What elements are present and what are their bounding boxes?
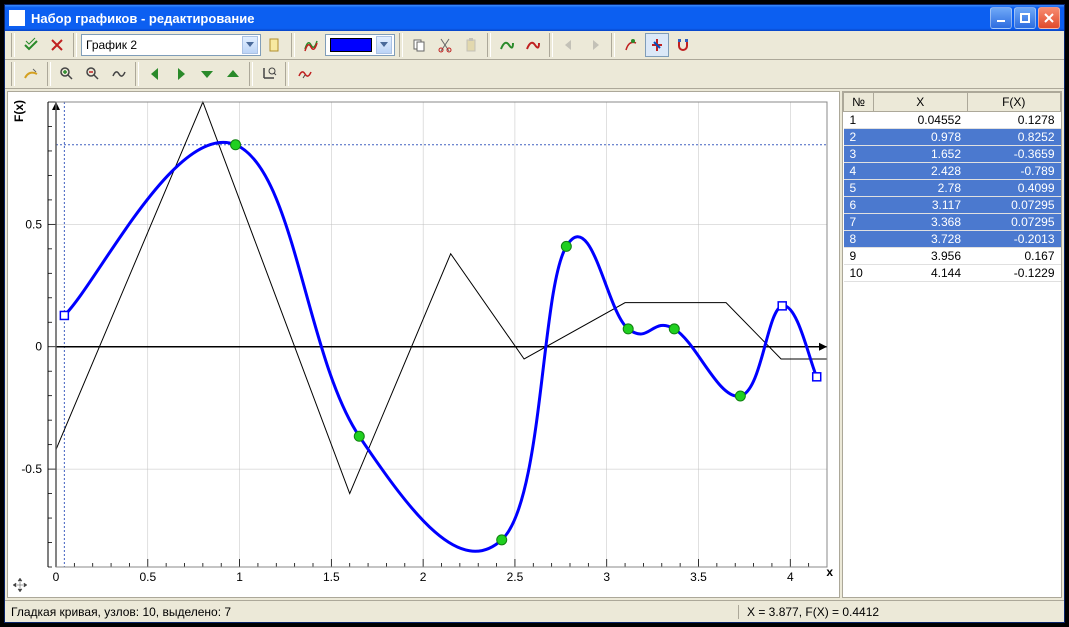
cancel-button[interactable] — [45, 33, 69, 57]
zoom-fit-button[interactable] — [107, 62, 131, 86]
axis-settings-button[interactable] — [257, 62, 281, 86]
table-row[interactable]: 83.728-0.2013 — [844, 231, 1061, 248]
table-row[interactable]: 10.045520.1278 — [844, 112, 1061, 129]
col-x[interactable]: X — [874, 93, 968, 112]
minimize-button[interactable] — [990, 7, 1012, 29]
x-axis-label: x — [826, 565, 833, 579]
color-selector[interactable] — [325, 34, 395, 56]
svg-text:0.5: 0.5 — [139, 570, 156, 584]
toolbar-main: График 2 — [5, 31, 1064, 60]
col-num[interactable]: № — [844, 93, 874, 112]
content-area: F(x) x 0 0.5 1 1.5 2 2.5 3 3.5 4 -0.5 0 0.5 № X F(X… — [5, 89, 1064, 600]
graph-selector[interactable]: График 2 — [81, 34, 261, 56]
nav-up-button[interactable] — [221, 62, 245, 86]
svg-text:3.5: 3.5 — [690, 570, 707, 584]
y-axis-label: F(x) — [12, 100, 26, 122]
curve-green-button[interactable] — [495, 33, 519, 57]
svg-text:2: 2 — [420, 570, 427, 584]
svg-text:4: 4 — [787, 570, 794, 584]
curve-tool-button[interactable] — [293, 62, 317, 86]
new-graph-button[interactable] — [263, 33, 287, 57]
nav-left-button[interactable] — [143, 62, 167, 86]
copy-button[interactable] — [407, 33, 431, 57]
svg-text:0: 0 — [35, 340, 42, 354]
color-swatch — [330, 38, 372, 52]
nav-right-button[interactable] — [169, 62, 193, 86]
table-row[interactable]: 104.144-0.1229 — [844, 265, 1061, 282]
paste-button[interactable] — [459, 33, 483, 57]
svg-text:0.5: 0.5 — [25, 217, 42, 231]
next-button[interactable] — [583, 33, 607, 57]
table-row[interactable]: 42.428-0.789 — [844, 163, 1061, 180]
app-icon — [9, 10, 25, 26]
curve-type-button[interactable] — [299, 33, 323, 57]
curve-red-button[interactable] — [521, 33, 545, 57]
table-row[interactable]: 20.9780.8252 — [844, 129, 1061, 146]
chevron-down-icon — [242, 36, 258, 54]
toolbar-view — [5, 60, 1064, 89]
zoom-out-button[interactable] — [81, 62, 105, 86]
prev-button[interactable] — [557, 33, 581, 57]
edit-curve-button[interactable] — [19, 62, 43, 86]
svg-text:-0.5: -0.5 — [21, 462, 42, 476]
table-row[interactable]: 93.9560.167 — [844, 248, 1061, 265]
magnet-button[interactable] — [671, 33, 695, 57]
data-panel: № X F(X) 10.045520.127820.9780.825231.65… — [842, 91, 1062, 598]
chart-canvas[interactable]: 0 0.5 1 1.5 2 2.5 3 3.5 4 -0.5 0 0.5 — [8, 92, 839, 597]
nav-down-button[interactable] — [195, 62, 219, 86]
titlebar[interactable]: Набор графиков - редактирование — [5, 5, 1064, 31]
svg-text:3: 3 — [603, 570, 610, 584]
cut-button[interactable] — [433, 33, 457, 57]
chevron-down-icon — [376, 36, 392, 54]
status-left: Гладкая кривая, узлов: 10, выделено: 7 — [11, 605, 738, 619]
table-row[interactable]: 63.1170.07295 — [844, 197, 1061, 214]
window-title: Набор графиков - редактирование — [31, 11, 254, 26]
apply-button[interactable] — [19, 33, 43, 57]
zoom-in-button[interactable] — [55, 62, 79, 86]
svg-text:0: 0 — [53, 570, 60, 584]
svg-text:2.5: 2.5 — [507, 570, 524, 584]
table-row[interactable]: 52.780.4099 — [844, 180, 1061, 197]
svg-text:1.5: 1.5 — [323, 570, 340, 584]
data-table[interactable]: № X F(X) 10.045520.127820.9780.825231.65… — [843, 92, 1061, 282]
tool-b-button[interactable] — [645, 33, 669, 57]
col-fx[interactable]: F(X) — [967, 93, 1061, 112]
status-right: X = 3.877, F(X) = 0.4412 — [738, 605, 1058, 619]
svg-text:1: 1 — [236, 570, 243, 584]
close-button[interactable] — [1038, 7, 1060, 29]
table-row[interactable]: 73.3680.07295 — [844, 214, 1061, 231]
maximize-button[interactable] — [1014, 7, 1036, 29]
move-handle-icon[interactable] — [12, 577, 28, 593]
chart-area[interactable]: F(x) x 0 0.5 1 1.5 2 2.5 3 3.5 4 -0.5 0 0.5 — [7, 91, 840, 598]
tool-a-button[interactable] — [619, 33, 643, 57]
statusbar: Гладкая кривая, узлов: 10, выделено: 7 X… — [5, 600, 1064, 622]
main-window: Набор графиков - редактирование График 2 — [4, 4, 1065, 623]
graph-selector-value: График 2 — [86, 38, 137, 52]
table-row[interactable]: 31.652-0.3659 — [844, 146, 1061, 163]
